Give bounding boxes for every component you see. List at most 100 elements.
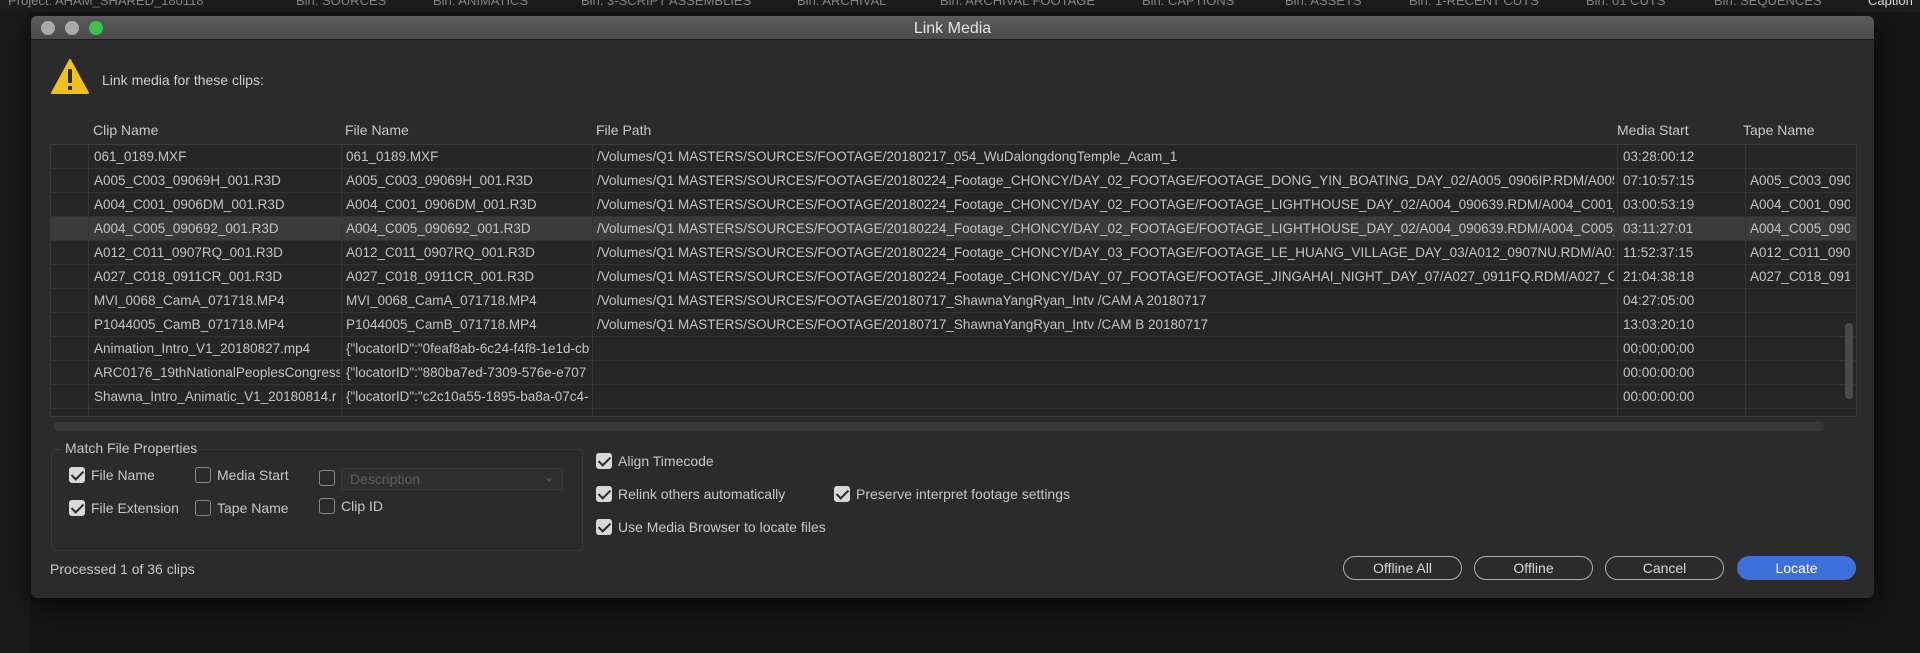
file-path-cell: /Volumes/Q1 MASTERS/SOURCES/FOOTAGE/2018…: [597, 173, 1614, 188]
cancel-button[interactable]: Cancel: [1605, 556, 1724, 580]
tape-name-checkbox[interactable]: Tape Name: [195, 500, 289, 516]
table-row[interactable]: MVI_0068_CamA_071718.MP4 MVI_0068_CamA_07…: [51, 289, 1856, 313]
clip-id-checkbox[interactable]: Clip ID: [319, 498, 383, 514]
use-media-browser-label: Use Media Browser to locate files: [618, 519, 826, 535]
file-name-checkbox[interactable]: File Name: [69, 467, 155, 483]
bin-tab-sequences[interactable]: Bin: SEQUENCES: [1714, 0, 1822, 8]
bin-tab-caption[interactable]: Caption: [1868, 0, 1913, 8]
offline-all-button[interactable]: Offline All: [1343, 556, 1462, 580]
column-divider: [88, 145, 89, 416]
bin-tab-script-assemblies[interactable]: Bin: 3-SCRIPT ASSEMBLIES: [581, 0, 751, 8]
clip-name-cell: A004_C005_090692_001.R3D: [94, 221, 279, 236]
clip-name-cell: Animation_Intro_V1_20180827.mp4: [94, 341, 311, 356]
media-start-checkbox[interactable]: Media Start: [195, 467, 289, 483]
file-path-cell: /Volumes/Q1 MASTERS/SOURCES/FOOTAGE/2018…: [597, 293, 1207, 308]
checkbox-icon[interactable]: [834, 486, 850, 502]
bin-tab-recent-cuts[interactable]: Bin: 1-RECENT CUTS: [1409, 0, 1539, 8]
horizontal-scrollbar[interactable]: [54, 422, 1824, 431]
table-row[interactable]: A004_C005_090692_001.R3D A004_C005_090692…: [51, 217, 1856, 241]
clips-table: Clip Name File Name File Path Media Star…: [50, 116, 1857, 436]
table-row[interactable]: ARC0176_19thNationalPeoplesCongress {"loc…: [51, 361, 1856, 385]
table-header: Clip Name File Name File Path Media Star…: [50, 116, 1857, 144]
table-row[interactable]: Shawna_Intro_Animatic_V1_20180814.r {"loc…: [51, 385, 1856, 409]
bin-tab-01-cuts[interactable]: Bin: 01 CUTS: [1586, 0, 1665, 8]
file-path-cell: /Volumes/Q1 MASTERS/SOURCES/FOOTAGE/2018…: [597, 317, 1209, 332]
file-path-cell: /Volumes/Q1 MASTERS/SOURCES/FOOTAGE/2018…: [597, 221, 1614, 236]
column-header-media-start[interactable]: Media Start: [1617, 122, 1689, 138]
column-divider: [341, 145, 342, 416]
file-name-cell: 061_0189.MXF: [346, 149, 439, 164]
column-header-file-path[interactable]: File Path: [596, 122, 651, 138]
checkbox-icon[interactable]: [596, 519, 612, 535]
media-start-cell: 00:00:00:00: [1623, 365, 1695, 380]
clip-name-cell: ARC0176_19thNationalPeoplesCongress: [94, 365, 340, 380]
column-divider: [592, 145, 593, 416]
checkbox-icon[interactable]: [596, 453, 612, 469]
align-timecode-checkbox[interactable]: Align Timecode: [596, 453, 714, 469]
bin-tab-animatics[interactable]: Bin: ANIMATICS: [433, 0, 528, 8]
column-divider: [1745, 145, 1746, 416]
column-header-file-name[interactable]: File Name: [345, 122, 409, 138]
table-row[interactable]: A027_C018_0911CR_001.R3D A027_C018_0911CR…: [51, 265, 1856, 289]
file-name-cell: A004_C005_090692_001.R3D: [346, 221, 531, 236]
bin-tab-project[interactable]: Project: AHAM_SHARED_180118: [8, 0, 204, 8]
media-start-cell: 21:04:38:18: [1623, 269, 1695, 284]
table-row[interactable]: Animation_Intro_V1_20180827.mp4 {"locator…: [51, 337, 1856, 361]
media-start-cell: 03:00:53:19: [1623, 197, 1695, 212]
description-select[interactable]: Description ⌄: [341, 468, 563, 490]
file-path-cell: /Volumes/Q1 MASTERS/SOURCES/FOOTAGE/2018…: [597, 269, 1614, 284]
description-checkbox[interactable]: [319, 470, 341, 486]
file-name-cell: {"locatorID":"0feaf8ab-6c24-f4f8-1e1d-cb: [346, 341, 590, 356]
bin-tab-captions[interactable]: Bin: CAPTIONS: [1142, 0, 1234, 8]
table-body: Shawna_Intro_Animatic_V1_20180814.r {"loc…: [50, 144, 1857, 417]
clip-name-cell: A012_C011_0907RQ_001.R3D: [94, 245, 283, 260]
column-header-clip-name[interactable]: Clip Name: [93, 122, 158, 138]
table-row[interactable]: 061_0189.MXF 061_0189.MXF/Volumes/Q1 MAST…: [51, 145, 1856, 169]
dialog-prompt: Link media for these clips:: [102, 72, 264, 88]
file-extension-label: File Extension: [91, 500, 179, 516]
media-start-cell: 03:28:00:12: [1623, 149, 1695, 164]
checkbox-icon[interactable]: [69, 467, 85, 483]
match-file-properties-title: Match File Properties: [61, 440, 202, 456]
description-placeholder: Description: [350, 471, 421, 487]
file-name-cell: {"locatorID":"880ba7ed-7309-576e-e707: [346, 365, 587, 380]
media-start-cell: 03:11:27:01: [1623, 221, 1694, 236]
bin-tab-assets[interactable]: Bin: ASSETS: [1285, 0, 1362, 8]
file-name-cell: A012_C011_0907RQ_001.R3D: [346, 245, 535, 260]
file-path-cell: /Volumes/Q1 MASTERS/SOURCES/FOOTAGE/2018…: [597, 197, 1614, 212]
checkbox-icon[interactable]: [319, 470, 335, 486]
checkbox-icon[interactable]: [319, 498, 335, 514]
table-row[interactable]: A004_C001_0906DM_001.R3D A004_C001_0906DM…: [51, 193, 1856, 217]
checkbox-icon[interactable]: [195, 467, 211, 483]
clip-name-cell: P1044005_CamB_071718.MP4: [94, 317, 285, 332]
bin-tab-sources[interactable]: Bin: SOURCES: [296, 0, 386, 8]
offline-button[interactable]: Offline: [1474, 556, 1593, 580]
checkbox-icon[interactable]: [596, 486, 612, 502]
relink-automatically-checkbox[interactable]: Relink others automatically: [596, 486, 785, 502]
file-extension-checkbox[interactable]: File Extension: [69, 500, 179, 516]
dialog-title: Link Media: [913, 20, 992, 37]
vertical-scrollbar[interactable]: [1845, 323, 1853, 399]
media-start-cell: 04:27:05:00: [1623, 293, 1695, 308]
align-timecode-label: Align Timecode: [618, 453, 714, 469]
column-header-tape-name[interactable]: Tape Name: [1743, 122, 1815, 138]
dialog-titlebar: Link Media: [31, 16, 1874, 40]
preserve-interpret-footage-checkbox[interactable]: Preserve interpret footage settings: [834, 486, 1070, 502]
checkbox-icon[interactable]: [69, 500, 85, 516]
clip-id-label: Clip ID: [341, 498, 384, 514]
link-media-dialog: Link Media Link media for these clips: C…: [31, 16, 1874, 598]
tape-name-cell: A005_C003_090: [1750, 173, 1850, 188]
use-media-browser-checkbox[interactable]: Use Media Browser to locate files: [596, 519, 826, 535]
clip-name-cell: 061_0189.MXF: [94, 149, 187, 164]
locate-button[interactable]: Locate: [1737, 556, 1856, 580]
checkbox-icon[interactable]: [195, 500, 211, 516]
table-row[interactable]: A012_C011_0907RQ_001.R3D A012_C011_0907RQ…: [51, 241, 1856, 265]
bin-tab-archival-footage[interactable]: Bin: ARCHIVAL FOOTAGE: [940, 0, 1095, 8]
table-row[interactable]: P1044005_CamB_071718.MP4 P1044005_CamB_07…: [51, 313, 1856, 337]
left-panel: [0, 12, 30, 653]
clip-name-cell: MVI_0068_CamA_071718.MP4: [94, 293, 285, 308]
table-row[interactable]: A005_C003_09069H_001.R3D A005_C003_09069H…: [51, 169, 1856, 193]
file-name-cell: {"locatorID":"c2c10a55-1895-ba8a-07c4-: [346, 389, 589, 404]
bin-tab-archival[interactable]: Bin: ARCHIVAL: [797, 0, 886, 8]
relink-automatically-label: Relink others automatically: [618, 486, 786, 502]
